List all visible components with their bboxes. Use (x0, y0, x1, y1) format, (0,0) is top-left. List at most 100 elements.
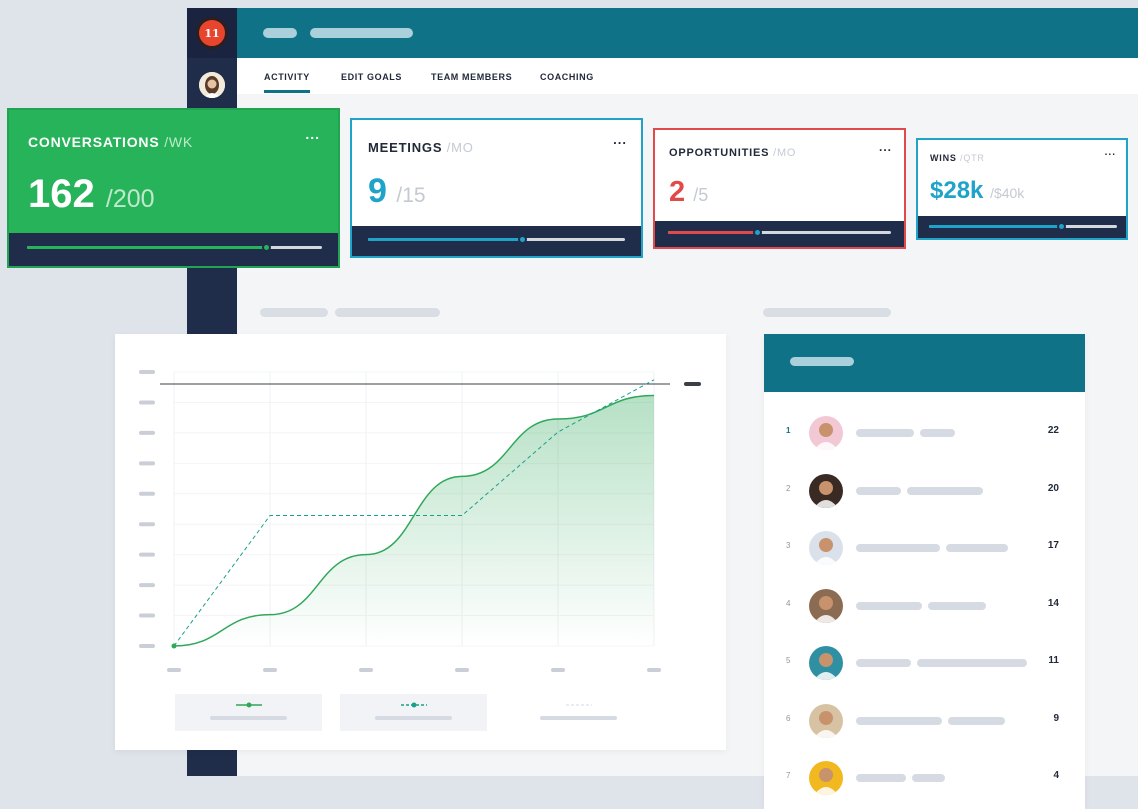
progress-knob (518, 235, 528, 244)
app-logo[interactable]: 11 (196, 17, 228, 49)
active-tab-indicator (264, 90, 310, 93)
legend-item-goal-pace[interactable] (340, 694, 487, 731)
top-bar-placeholder-short (263, 28, 297, 38)
avatar-7-icon[interactable] (809, 761, 843, 795)
wins-label: WINS /QTR (930, 153, 985, 163)
logo-container: 11 (187, 8, 237, 58)
x-tick-label-placeholder (455, 668, 469, 672)
user-avatar[interactable] (199, 72, 225, 98)
leaderboard-row[interactable]: 1 22 (764, 413, 1085, 453)
card-target: /$40k (990, 185, 1025, 201)
card-label-text: CONVERSATIONS (28, 134, 160, 150)
tab-team-members[interactable]: TEAM MEMBERS (431, 72, 512, 82)
card-unit: /MO (773, 147, 797, 159)
person-icon (814, 710, 838, 738)
card-label-text: WINS (930, 153, 957, 163)
rank-number: 2 (786, 483, 791, 493)
person-icon (814, 595, 838, 623)
more-options-icon[interactable]: ... (1105, 147, 1116, 158)
conversations-card[interactable]: CONVERSATIONS /WK ... 162 /200 (7, 108, 340, 268)
rank-number: 6 (786, 713, 791, 723)
leaderboard-row[interactable]: 3 17 (764, 528, 1085, 568)
leaderboard-title-placeholder (790, 357, 854, 366)
legend-target-line-icon (540, 704, 617, 720)
y-tick-label-placeholder (139, 430, 155, 435)
activity-chart (139, 370, 701, 672)
card-unit: /MO (446, 140, 474, 155)
leaderboard-header (764, 334, 1085, 392)
avatar-1-icon[interactable] (809, 416, 843, 450)
score-value: 14 (1047, 597, 1059, 609)
name-placeholder (928, 601, 986, 610)
progress-track (929, 222, 1117, 231)
opportunities-label: OPPORTUNITIES /MO (669, 147, 796, 159)
activity-chart-panel (115, 334, 726, 750)
leaderboard-row[interactable]: 5 11 (764, 643, 1085, 683)
opportunities-value: 2 /5 (669, 176, 708, 209)
y-tick-label-placeholder (139, 491, 155, 496)
leaderboard-row[interactable]: 74 (764, 758, 1085, 798)
score-value: 17 (1047, 540, 1059, 551)
card-value-text: 9 (368, 172, 387, 210)
tab-activity[interactable]: ACTIVITY (264, 72, 310, 82)
card-progress-footer (655, 221, 904, 247)
score-value: 11 (1048, 655, 1059, 666)
avatar-6-icon[interactable] (809, 703, 843, 738)
tab-coaching[interactable]: COACHING (540, 72, 594, 82)
more-options-icon[interactable]: ... (305, 126, 320, 142)
avatar-5-icon[interactable] (809, 646, 843, 680)
y-tick-label-placeholder (139, 522, 155, 527)
name-placeholder (856, 716, 942, 725)
name-placeholder (907, 486, 983, 495)
tab-edit-goals[interactable]: EDIT GOALS (341, 72, 402, 82)
legend-item-actual[interactable] (175, 694, 322, 731)
more-options-icon[interactable]: ... (879, 140, 892, 154)
meetings-label: MEETINGS /MO (368, 140, 474, 155)
person-icon (814, 423, 838, 450)
conversations-value: 162 /200 (28, 172, 155, 217)
y-tick-label-placeholder (139, 461, 155, 466)
progress-fill (368, 238, 523, 241)
rank-number: 5 (786, 656, 791, 665)
leaderboard-row[interactable]: 4 14 (764, 586, 1085, 626)
data-point-start (171, 643, 177, 649)
person-icon (814, 653, 838, 680)
section-heading-placeholder (763, 308, 891, 317)
x-tick-label-placeholder (167, 668, 181, 672)
meetings-card[interactable]: MEETINGS /MO ... 9 /15 (350, 118, 643, 258)
x-tick-label-placeholder (551, 668, 565, 672)
card-target: /200 (105, 185, 155, 213)
leaderboard-panel: 1 22 2 20 3 17 4 14 5 11 6 9 7 4 (764, 334, 1085, 809)
section-heading-placeholder (335, 308, 440, 317)
progress-track (368, 235, 625, 244)
conversations-label: CONVERSATIONS /WK (28, 134, 193, 150)
progress-fill (929, 225, 1061, 228)
avatar-2-icon[interactable] (809, 473, 843, 508)
progress-knob (261, 243, 271, 252)
y-tick-label-placeholder (139, 583, 155, 588)
more-options-icon[interactable]: ... (613, 132, 627, 147)
card-value-text: $28k (930, 177, 984, 204)
name-placeholder (856, 774, 906, 782)
avatar-4-icon[interactable] (809, 588, 843, 623)
name-placeholder (912, 774, 945, 782)
leaderboard-row[interactable]: 2 20 (764, 471, 1085, 511)
wins-card[interactable]: WINS /QTR ... $28k /$40k (916, 138, 1128, 240)
rank-number: 7 (786, 771, 791, 780)
opportunities-card[interactable]: OPPORTUNITIES /MO ... 2 /5 (653, 128, 906, 249)
name-placeholder (856, 544, 940, 552)
progress-knob (753, 228, 763, 237)
leaderboard-row[interactable]: 69 (764, 701, 1085, 741)
legend-item-target[interactable] (505, 694, 652, 731)
progress-track (668, 228, 891, 237)
name-placeholder (856, 429, 914, 437)
score-value: 4 (1053, 770, 1059, 781)
y-tick-label-placeholder (139, 370, 155, 374)
avatar-3-icon[interactable] (809, 531, 843, 565)
legend-solid-line-icon (210, 702, 287, 720)
name-placeholder (856, 486, 901, 495)
wins-value: $28k /$40k (930, 177, 1024, 205)
card-progress-footer (352, 226, 641, 256)
top-bar (237, 8, 1138, 58)
progress-track (27, 243, 322, 252)
